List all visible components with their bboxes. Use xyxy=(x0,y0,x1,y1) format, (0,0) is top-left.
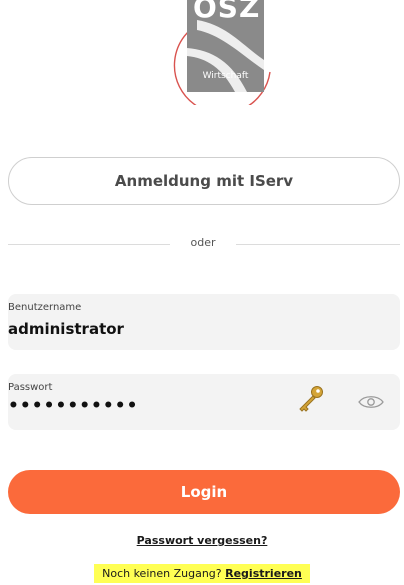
divider-line-right xyxy=(236,244,400,245)
logo-lettermark: OSZ xyxy=(193,0,261,24)
logo-subline: Wirtschaft xyxy=(202,71,249,81)
divider-text: oder xyxy=(190,236,216,249)
username-field[interactable]: Benutzername administrator xyxy=(8,294,400,350)
or-divider: oder xyxy=(0,236,404,252)
iserv-login-button[interactable]: Anmeldung mit IServ xyxy=(8,157,400,205)
username-label: Benutzername xyxy=(8,302,82,313)
eye-icon[interactable] xyxy=(358,394,384,410)
register-prefix: Noch keinen Zugang? xyxy=(102,567,222,580)
password-input[interactable]: ••••••••••• xyxy=(8,396,139,416)
register-highlight: Noch keinen Zugang? Registrieren xyxy=(94,564,310,583)
iserv-login-label: Anmeldung mit IServ xyxy=(114,172,294,190)
login-button[interactable]: Login xyxy=(8,470,400,514)
forgot-password-link[interactable]: Passwort vergessen? xyxy=(0,534,404,547)
password-label: Passwort xyxy=(8,382,53,393)
login-page: OSZ Wirtschaft Anmeldung mit IServ oder … xyxy=(0,0,404,585)
divider-line-left xyxy=(8,244,170,245)
register-link[interactable]: Registrieren xyxy=(225,567,302,580)
key-icon[interactable] xyxy=(294,384,326,416)
login-label: Login xyxy=(180,483,228,501)
logo-box: OSZ Wirtschaft xyxy=(187,0,264,92)
register-row: Noch keinen Zugang? Registrieren xyxy=(0,562,404,583)
password-field[interactable]: Passwort ••••••••••• xyxy=(8,374,400,430)
osz-logo: OSZ Wirtschaft xyxy=(142,0,272,105)
username-input[interactable]: administrator xyxy=(8,320,124,338)
